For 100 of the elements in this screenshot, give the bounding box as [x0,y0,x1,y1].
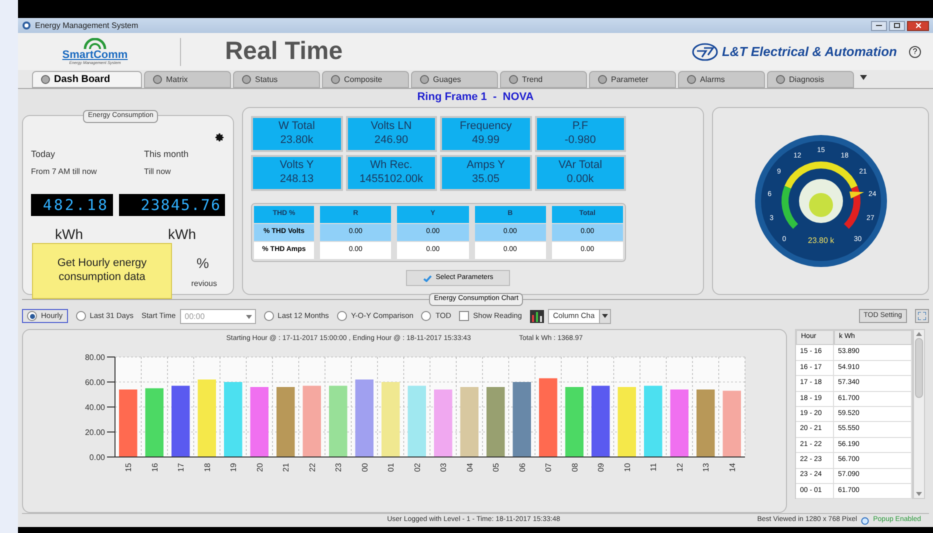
close-button[interactable] [907,20,929,30]
brand-logo-icon [692,42,718,60]
x-tick-label: 19 [228,462,238,472]
tile-label: VAr Total [558,159,602,173]
tile-value: 248.13 [280,173,314,187]
tile-value: 246.90 [374,134,408,148]
x-tick-label: 10 [622,462,632,472]
chart-bar [722,390,740,456]
tile-value: 49.99 [472,134,500,148]
tab[interactable]: Alarms [678,71,765,88]
chart-bar [276,386,294,456]
tile-label: Amps Y [466,159,505,173]
tile-label: Volts Y [280,159,314,173]
x-tick-label: 22 [307,462,316,472]
x-tick-label: 00 [360,462,369,472]
radio-button[interactable] [76,311,86,321]
month-label: This month [143,148,190,161]
y-tick-label: 0.00 [88,452,104,462]
chart-bar [302,385,320,456]
today-subtitle: From 7 AM till now [31,166,98,178]
radio-button[interactable] [27,311,37,321]
chevron-down-icon [246,314,252,318]
y-tick-label: 60.00 [84,378,104,386]
today-label: Today [31,148,56,161]
chart-bar [144,388,163,456]
chart-bar [460,386,478,456]
chart-bar [696,389,714,456]
scroll-up-icon[interactable] [916,332,922,336]
tile-value: 23.80k [280,134,314,148]
expand-button[interactable] [915,309,929,323]
x-tick-label: 06 [517,462,526,472]
radio-button[interactable] [336,311,347,321]
x-tick-label: 15 [124,462,133,472]
maximize-button[interactable] [889,20,905,30]
app-icon [22,21,31,30]
tab[interactable]: Status [233,71,320,88]
x-tick-label: 05 [491,462,500,472]
minimize-button[interactable] [871,20,887,30]
chart-bar [591,385,610,456]
scroll-thumb[interactable] [915,338,923,398]
x-tick-label: 21 [281,462,290,472]
popup-icon [861,516,870,524]
checkbox[interactable] [459,311,470,321]
bar-chart-icon [530,310,544,322]
time-select[interactable]: 00:00 [180,308,256,324]
x-tick-label: 17 [176,462,186,472]
caret-icon[interactable] [860,75,867,80]
chart-bar [118,389,137,456]
tile-value: -0.980 [564,134,596,148]
tile-value: 0.00k [566,173,594,187]
tile-label: Volts LN [370,120,412,134]
tab[interactable]: Guages [411,71,498,88]
expand-icon [918,312,926,320]
tile-label: P.F [572,120,588,134]
settings-icon[interactable] [214,132,225,143]
previous-text: revious [191,278,217,290]
gauge-reading: 23.80 k [807,236,834,245]
tab[interactable]: Matrix [144,71,231,88]
today-energy-display: 482.18 [31,194,113,216]
month-energy-display: 23845.76 [119,194,225,216]
tile-label: Wh Rec. [370,159,412,173]
x-tick-label: 12 [674,462,684,472]
chart-bar [644,385,662,456]
help-button[interactable]: ? [909,46,921,58]
chart-bar [250,386,268,456]
x-tick-label: 04 [464,462,474,472]
chart-bar [171,385,190,456]
check-icon [422,274,432,282]
tab[interactable]: Composite [322,71,409,88]
device-title: Ring Frame 1 - NOVA [417,91,534,103]
chart-bar [617,386,636,456]
radio-button[interactable] [264,311,274,321]
x-tick-label: 18 [202,462,212,472]
chart-bar [328,385,347,456]
chart-bar [407,385,426,456]
chevron-down-icon [602,314,608,318]
chart-bar [670,389,688,456]
chart-bar [434,389,452,456]
tab[interactable]: Dash Board [32,71,142,88]
scroll-down-icon[interactable] [916,492,922,496]
radio-button[interactable] [421,311,432,321]
chart-bar [486,386,504,456]
x-tick-label: 14 [727,462,736,472]
tab[interactable]: Diagnosis [767,71,854,88]
x-tick-label: 16 [150,462,159,472]
x-tick-label: 07 [544,462,553,472]
tab[interactable]: Parameter [589,71,676,88]
logo-icon [83,38,107,50]
y-tick-label: 80.00 [84,352,104,362]
scrollbar[interactable] [913,329,925,499]
tile-label: W Total [278,120,315,134]
tab[interactable]: Trend [500,71,587,88]
today-unit: kWh [54,225,84,244]
chart-bar [564,386,583,456]
brand-name: L&T Electrical & Automation [722,42,897,61]
x-tick-label: 09 [596,462,606,472]
x-tick-label: 08 [570,462,579,472]
x-tick-label: 23 [334,462,343,472]
page-title: Real Time [225,36,343,67]
window-title: Energy Management System [35,20,138,32]
